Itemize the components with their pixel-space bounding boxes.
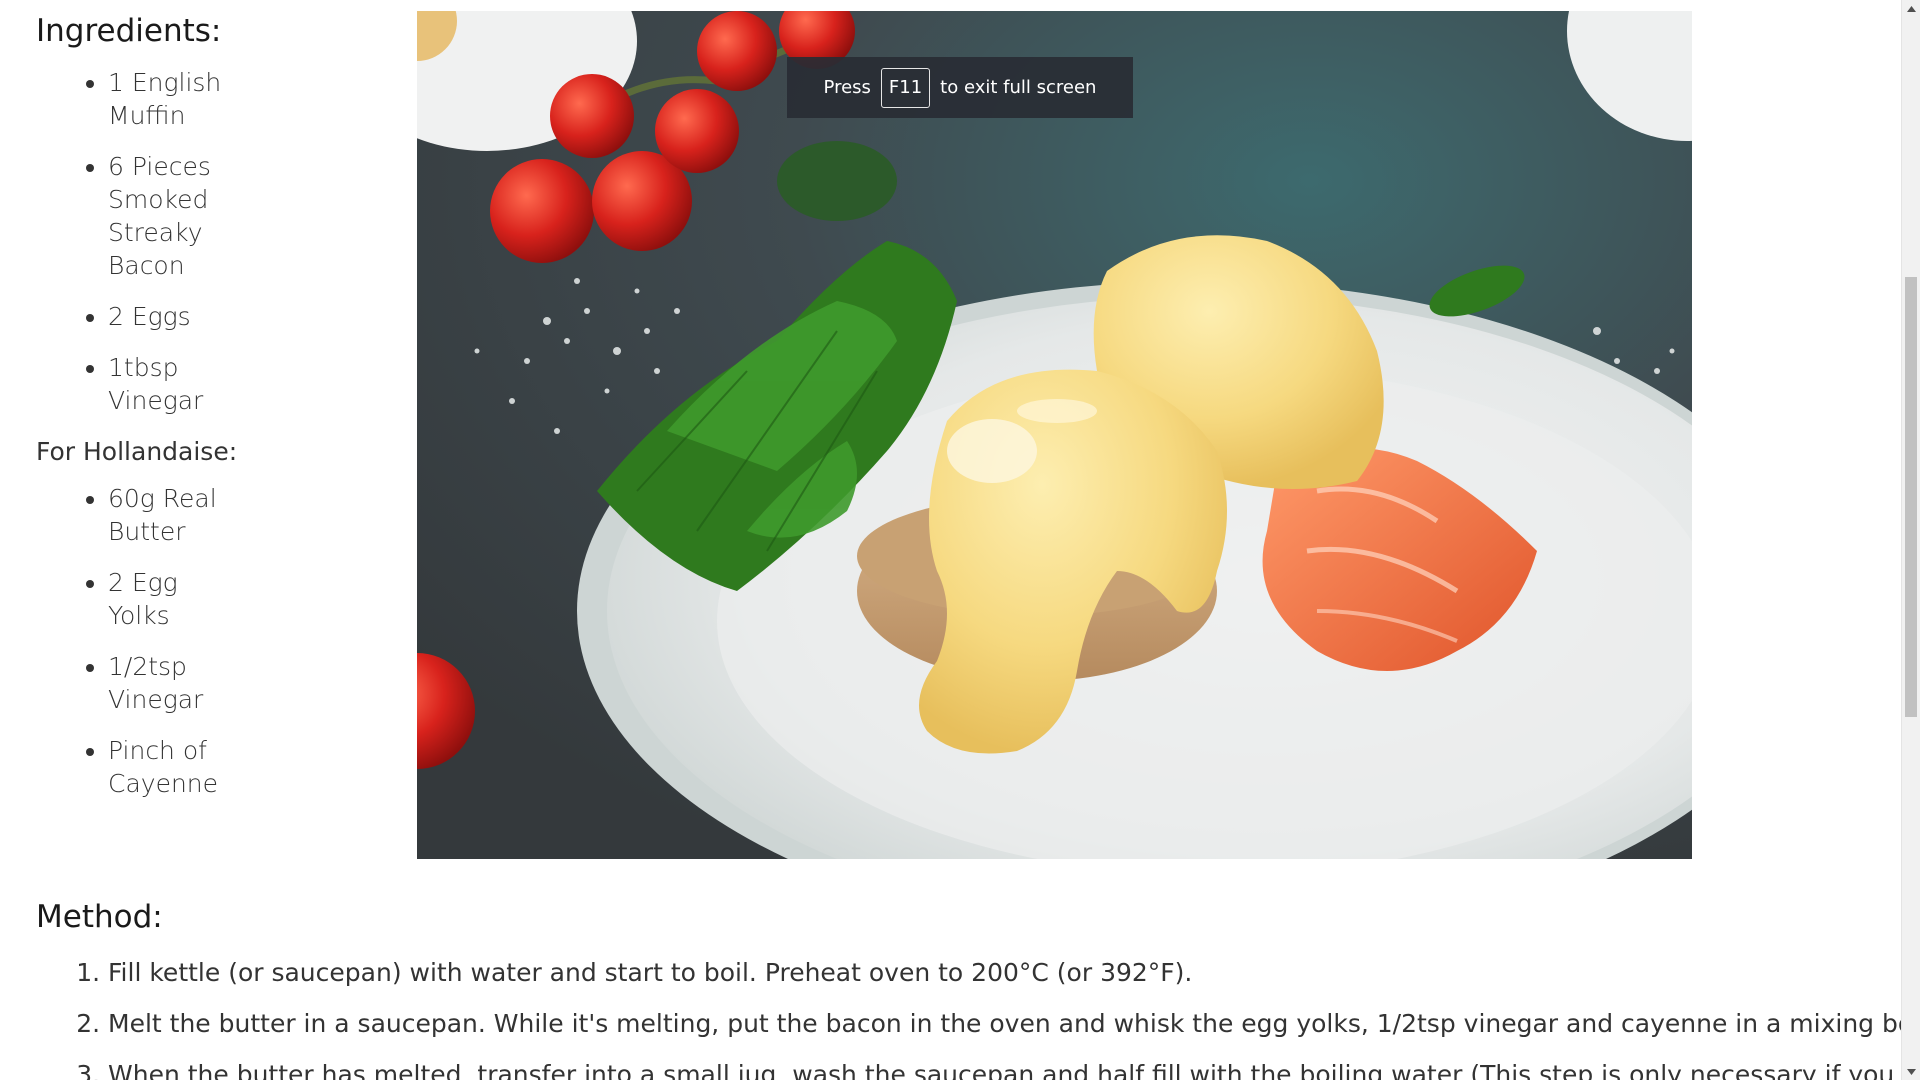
scroll-up-icon[interactable] bbox=[1902, 0, 1920, 17]
list-item: 2 Eggs bbox=[108, 300, 228, 333]
photo-illustration bbox=[417, 11, 1692, 859]
ingredients-section: Ingredients: 1 English Muffin 6 Pieces S… bbox=[36, 10, 396, 818]
toast-suffix: to exit full screen bbox=[940, 77, 1097, 98]
list-item: Fill kettle (or saucepan) with water and… bbox=[108, 956, 1876, 989]
vertical-scrollbar[interactable] bbox=[1901, 0, 1920, 1080]
fullscreen-exit-toast: Press F11 to exit full screen bbox=[787, 57, 1133, 118]
list-item: 60g Real Butter bbox=[108, 482, 228, 548]
scroll-down-icon[interactable] bbox=[1902, 1063, 1920, 1080]
hollandaise-heading: For Hollandaise: bbox=[36, 437, 238, 466]
method-list: Fill kettle (or saucepan) with water and… bbox=[36, 956, 1901, 1080]
hollandaise-list: 60g Real Butter 2 Egg Yolks 1/2tsp Vineg… bbox=[36, 482, 228, 800]
recipe-page: Ingredients: 1 English Muffin 6 Pieces S… bbox=[0, 0, 1901, 1080]
ingredients-list: 1 English Muffin 6 Pieces Smoked Streaky… bbox=[36, 66, 228, 417]
f11-key: F11 bbox=[880, 67, 931, 108]
list-item: 1tbsp Vinegar bbox=[108, 351, 228, 417]
toast-prefix: Press bbox=[823, 77, 871, 98]
method-section: Method: Fill kettle (or saucepan) with w… bbox=[36, 896, 1901, 1080]
list-item: Melt the butter in a saucepan. While it'… bbox=[108, 1007, 1901, 1040]
list-item: 2 Egg Yolks bbox=[108, 566, 228, 632]
list-item: When the butter has melted, transfer int… bbox=[108, 1058, 1901, 1080]
eggs-benedict-photo bbox=[417, 11, 1692, 859]
list-item: 1 English Muffin bbox=[108, 66, 228, 132]
list-item: 1/2tsp Vinegar bbox=[108, 650, 228, 716]
list-item: 6 Pieces Smoked Streaky Bacon bbox=[108, 150, 228, 282]
ingredients-heading: Ingredients: bbox=[36, 13, 222, 49]
method-heading: Method: bbox=[36, 899, 163, 935]
list-item: Pinch of Cayenne bbox=[108, 734, 228, 800]
scrollbar-thumb[interactable] bbox=[1905, 277, 1917, 717]
